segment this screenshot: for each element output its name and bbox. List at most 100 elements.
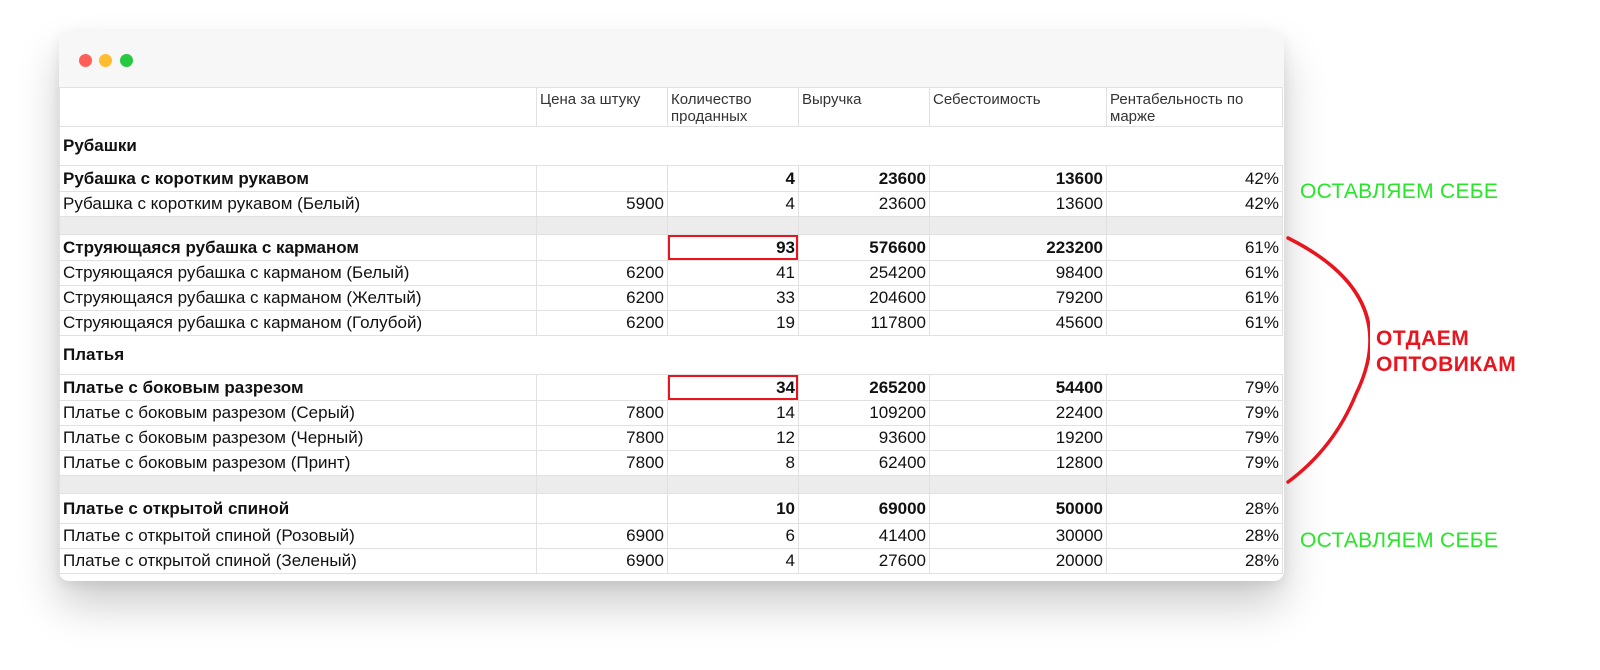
revenue-cell[interactable]: 23600 [798, 191, 930, 217]
margin-cell[interactable]: 79% [1106, 450, 1283, 476]
price-cell[interactable]: 5900 [536, 191, 668, 217]
cost-cell[interactable]: 30000 [929, 523, 1107, 549]
revenue-cell[interactable]: 69000 [798, 493, 930, 524]
quantity-cell[interactable]: 4 [667, 548, 799, 574]
variant-row: Струяющаяся рубашка с карманом (Голубой)… [59, 310, 1283, 336]
quantity-cell[interactable]: 14 [667, 400, 799, 426]
revenue-cell[interactable]: 204600 [798, 285, 930, 311]
product-name[interactable]: Струяющаяся рубашка с карманом [59, 234, 537, 261]
price-cell[interactable]: 6200 [536, 260, 668, 286]
price-cell[interactable]: 7800 [536, 450, 668, 476]
revenue-cell[interactable]: 265200 [798, 374, 930, 401]
minimize-window-button[interactable] [99, 54, 112, 67]
product-name[interactable]: Рубашка с коротким рукавом [59, 165, 537, 192]
price-cell[interactable] [536, 493, 668, 524]
section-title-shirts[interactable]: Рубашки [59, 126, 537, 166]
price-cell[interactable]: 6200 [536, 310, 668, 336]
margin-cell[interactable]: 42% [1106, 191, 1283, 217]
quantity-cell[interactable]: 4 [667, 191, 799, 217]
quantity-cell[interactable]: 8 [667, 450, 799, 476]
revenue-cell[interactable]: 23600 [798, 165, 930, 192]
revenue-cell[interactable]: 27600 [798, 548, 930, 574]
quantity-cell-highlighted[interactable]: 93 [667, 234, 799, 261]
margin-cell[interactable]: 61% [1106, 234, 1283, 261]
cost-cell[interactable]: 45600 [929, 310, 1107, 336]
revenue-cell[interactable]: 254200 [798, 260, 930, 286]
margin-cell[interactable]: 61% [1106, 260, 1283, 286]
quantity-cell[interactable]: 6 [667, 523, 799, 549]
variant-name[interactable]: Платье с боковым разрезом (Принт) [59, 450, 537, 476]
product-name[interactable]: Платье с открытой спиной [59, 493, 537, 524]
cost-cell[interactable]: 20000 [929, 548, 1107, 574]
price-cell[interactable]: 7800 [536, 400, 668, 426]
margin-cell[interactable]: 28% [1106, 523, 1283, 549]
header-margin[interactable]: Рентабельность по марже [1106, 87, 1283, 127]
section-title-dresses[interactable]: Платья [59, 335, 537, 375]
margin-cell[interactable]: 61% [1106, 310, 1283, 336]
cost-cell[interactable]: 13600 [929, 191, 1107, 217]
header-quantity[interactable]: Количество проданных [667, 87, 799, 127]
window-titlebar [59, 31, 1284, 87]
margin-cell[interactable]: 79% [1106, 425, 1283, 451]
variant-name[interactable]: Платье с открытой спиной (Зеленый) [59, 548, 537, 574]
quantity-cell[interactable]: 19 [667, 310, 799, 336]
margin-cell[interactable]: 79% [1106, 400, 1283, 426]
revenue-cell[interactable]: 576600 [798, 234, 930, 261]
cost-cell[interactable]: 19200 [929, 425, 1107, 451]
variant-name[interactable]: Платье с боковым разрезом (Серый) [59, 400, 537, 426]
cost-cell[interactable]: 13600 [929, 165, 1107, 192]
revenue-cell[interactable]: 41400 [798, 523, 930, 549]
product-row: Платье с боковым разрезом 34 265200 5440… [59, 374, 1283, 401]
quantity-cell[interactable]: 41 [667, 260, 799, 286]
header-revenue[interactable]: Выручка [798, 87, 930, 127]
cost-cell[interactable]: 12800 [929, 450, 1107, 476]
cost-cell[interactable]: 98400 [929, 260, 1107, 286]
variant-row: Струяющаяся рубашка с карманом (Желтый) … [59, 285, 1283, 311]
margin-cell[interactable]: 28% [1106, 548, 1283, 574]
cost-cell[interactable]: 22400 [929, 400, 1107, 426]
price-cell[interactable] [536, 374, 668, 401]
close-window-button[interactable] [79, 54, 92, 67]
cost-cell[interactable]: 79200 [929, 285, 1107, 311]
price-cell[interactable] [536, 165, 668, 192]
variant-name[interactable]: Струяющаяся рубашка с карманом (Голубой) [59, 310, 537, 336]
cost-cell[interactable]: 223200 [929, 234, 1107, 261]
variant-name[interactable]: Струяющаяся рубашка с карманом (Желтый) [59, 285, 537, 311]
revenue-cell[interactable]: 93600 [798, 425, 930, 451]
margin-cell[interactable]: 28% [1106, 493, 1283, 524]
quantity-cell[interactable]: 10 [667, 493, 799, 524]
revenue-cell[interactable]: 62400 [798, 450, 930, 476]
margin-cell[interactable]: 61% [1106, 285, 1283, 311]
price-cell[interactable]: 6900 [536, 523, 668, 549]
revenue-cell[interactable]: 109200 [798, 400, 930, 426]
margin-cell[interactable]: 79% [1106, 374, 1283, 401]
quantity-cell[interactable]: 12 [667, 425, 799, 451]
variant-name[interactable]: Рубашка с коротким рукавом (Белый) [59, 191, 537, 217]
separator-row [59, 475, 1283, 494]
price-cell[interactable] [536, 234, 668, 261]
variant-row: Платье с открытой спиной (Зеленый) 6900 … [59, 548, 1283, 574]
cost-cell[interactable]: 54400 [929, 374, 1107, 401]
product-name[interactable]: Платье с боковым разрезом [59, 374, 537, 401]
header-row: Цена за штуку Количество проданных Выруч… [59, 87, 1283, 127]
keep-note-top: ОСТАВЛЯЕМ СЕБЕ [1300, 180, 1499, 203]
header-price[interactable]: Цена за штуку [536, 87, 668, 127]
revenue-cell[interactable]: 117800 [798, 310, 930, 336]
price-cell[interactable]: 6900 [536, 548, 668, 574]
price-cell[interactable]: 7800 [536, 425, 668, 451]
product-row: Струяющаяся рубашка с карманом 93 576600… [59, 234, 1283, 261]
variant-name[interactable]: Платье с открытой спиной (Розовый) [59, 523, 537, 549]
margin-cell[interactable]: 42% [1106, 165, 1283, 192]
quantity-cell[interactable]: 33 [667, 285, 799, 311]
quantity-cell-highlighted[interactable]: 34 [667, 374, 799, 401]
quantity-cell[interactable]: 4 [667, 165, 799, 192]
product-row: Платье с открытой спиной 10 69000 50000 … [59, 493, 1283, 524]
variant-name[interactable]: Струяющаяся рубашка с карманом (Белый) [59, 260, 537, 286]
variant-name[interactable]: Платье с боковым разрезом (Черный) [59, 425, 537, 451]
maximize-window-button[interactable] [120, 54, 133, 67]
header-name[interactable] [59, 87, 537, 127]
header-cost[interactable]: Себестоимость [929, 87, 1107, 127]
product-row: Рубашка с коротким рукавом 4 23600 13600… [59, 165, 1283, 192]
cost-cell[interactable]: 50000 [929, 493, 1107, 524]
price-cell[interactable]: 6200 [536, 285, 668, 311]
